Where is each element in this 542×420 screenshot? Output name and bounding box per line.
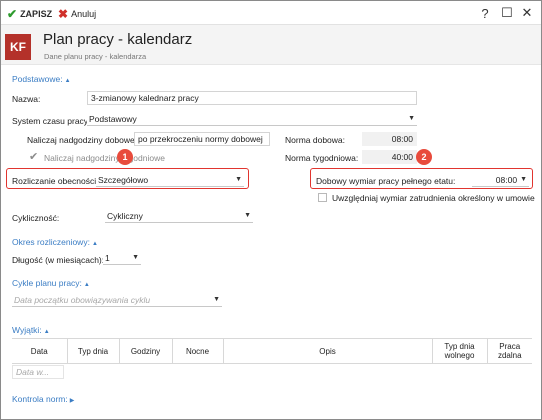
triangle-right-icon: ▶ [69,398,75,404]
norm-daily-field: 08:00 [362,132,417,146]
callout-badge-2: 2 [416,149,432,165]
section-cycles[interactable]: Cykle planu pracy: ▲ [12,278,90,288]
page-title: Plan pracy - kalendarz [43,31,193,48]
column-header[interactable]: Data [12,338,68,364]
chevron-down-icon: ▼ [132,254,139,261]
length-label: Długość (w miesiącach): [12,255,105,265]
exception-date-placeholder: Data w... [16,367,50,377]
overtime-daily-label: Naliczaj nadgodziny dobowe: [27,135,138,145]
chevron-down-icon: ▼ [235,176,242,183]
chevron-down-icon: ▼ [408,115,415,122]
column-header[interactable]: Typ dnia [67,338,120,364]
column-header[interactable]: Nocne [172,338,224,364]
norm-weekly-label: Norma tygodniowa: [285,153,359,163]
chevron-down-icon: ▼ [244,212,251,219]
toolbar: ✔ ZAPISZ ✖ Anuluj ? ☐ ✕ [1,1,541,25]
name-input[interactable]: 3-zmianowy kalednarz pracy [87,91,417,105]
consider-checkbox[interactable] [318,193,327,202]
triangle-up-icon: ▲ [64,78,71,84]
save-label: ZAPISZ [20,9,53,19]
window: ✔ ZAPISZ ✖ Anuluj ? ☐ ✕ KF Plan pracy - … [0,0,542,420]
section-basic[interactable]: Podstawowe: ▲ [12,74,71,84]
page-header: KF Plan pracy - kalendarz Dane planu pra… [1,25,541,65]
norm-weekly-field: 40:00 [362,150,417,164]
section-exceptions-label: Wyjątki: [12,325,42,335]
callout-badge-1: 1 [117,149,133,165]
x-icon: ✖ [58,7,69,21]
section-period-label: Okres rozliczeniowy: [12,237,90,247]
cycle-start-select[interactable]: Data początku obowiązywania cyklu ▼ [12,293,222,307]
triangle-up-icon: ▲ [43,329,50,335]
overtime-weekly-label: Naliczaj nadgodziny tygodniowe [44,153,165,163]
cycle-value: Cykliczny [107,210,143,221]
cancel-label: Anuluj [71,9,97,19]
triangle-up-icon: ▲ [83,282,90,288]
triangle-up-icon: ▲ [91,241,98,247]
column-header[interactable]: Opis [223,338,433,364]
settlement-select[interactable]: Szczegółowo ▼ [96,173,244,187]
cycle-label: Cykliczność: [12,213,60,223]
exception-date-input[interactable]: Data w... [12,365,64,379]
cycle-start-placeholder: Data początku obowiązywania cyklu [14,294,151,305]
section-basic-label: Podstawowe: [12,74,63,84]
exceptions-table: Data Typ dnia Godziny Nocne Opis Typ dni… [12,338,532,364]
close-button[interactable]: ✕ [519,5,535,21]
section-cycles-label: Cykle planu pracy: [12,278,82,288]
save-button[interactable]: ✔ ZAPISZ [7,7,52,21]
check-icon[interactable]: ✔ [29,150,38,163]
section-period[interactable]: Okres rozliczeniowy: ▲ [12,237,98,247]
chevron-down-icon: ▼ [213,296,220,303]
system-label: System czasu pracy: [12,116,91,126]
daily-dim-select[interactable]: 08:00 ▼ [472,173,529,187]
app-logo: KF [5,34,31,60]
column-header[interactable]: Praca zdalna [487,338,532,364]
settlement-label: Rozliczanie obecności: [12,176,99,186]
consider-label: Uwzględniaj wymiar zatrudnienia określon… [332,193,535,203]
maximize-button[interactable]: ☐ [499,5,515,21]
name-label: Nazwa: [12,94,41,104]
chevron-down-icon: ▼ [520,176,527,183]
exceptions-header-row: Data Typ dnia Godziny Nocne Opis Typ dni… [12,338,532,364]
check-icon: ✔ [7,7,18,21]
norm-daily-label: Norma dobowa: [285,135,346,145]
length-select[interactable]: 1 ▼ [103,251,141,265]
cancel-button[interactable]: ✖ Anuluj [58,7,96,21]
section-exceptions[interactable]: Wyjątki: ▲ [12,325,50,335]
column-header[interactable]: Godziny [119,338,173,364]
column-header[interactable]: Typ dnia wolnego [432,338,488,364]
system-value: Podstawowy [89,113,137,124]
section-norm-control-label: Kontrola norm: [12,394,68,404]
page-subtitle: Dane planu pracy - kalendarza [44,52,147,61]
daily-dim-label: Dobowy wymiar pracy pełnego etatu: [316,176,456,186]
settlement-value: Szczegółowo [98,174,149,185]
system-select[interactable]: Podstawowy ▼ [87,112,417,126]
help-button[interactable]: ? [477,6,493,21]
daily-dim-value: 08:00 [495,174,518,185]
overtime-daily-field[interactable]: po przekroczeniu normy dobowej [134,132,270,146]
cycle-select[interactable]: Cykliczny ▼ [105,209,253,223]
section-norm-control[interactable]: Kontrola norm: ▶ [12,394,74,404]
length-value: 1 [105,252,110,263]
